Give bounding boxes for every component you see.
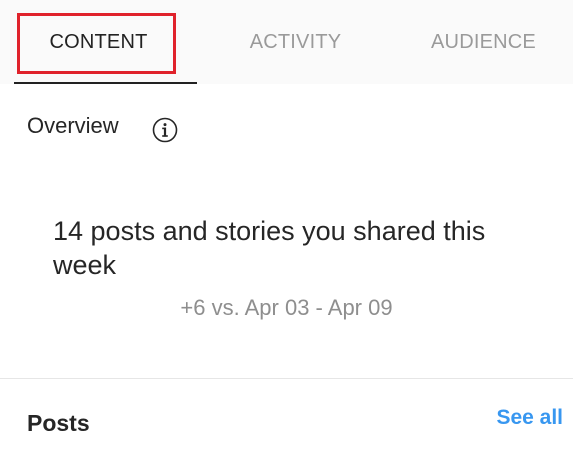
tab-audience[interactable]: AUDIENCE [394,0,573,84]
see-all-link[interactable]: See all [496,406,563,430]
overview-summary: 14 posts and stories you shared this wee… [53,216,486,280]
active-tab-indicator [14,82,197,84]
info-icon[interactable] [152,117,178,143]
tab-activity[interactable]: ACTIVITY [197,0,394,84]
overview-title: Overview [27,113,119,138]
posts-title: Posts [27,410,90,436]
tab-activity-label: ACTIVITY [249,30,342,53]
tab-audience-label: AUDIENCE [431,30,536,53]
tab-bar: CONTENT ACTIVITY AUDIENCE [0,0,573,84]
tab-content-label: CONTENT [49,30,148,53]
section-divider [0,378,573,379]
tab-content[interactable]: CONTENT [0,0,197,84]
overview-comparison: +6 vs. Apr 03 - Apr 09 [180,295,393,320]
